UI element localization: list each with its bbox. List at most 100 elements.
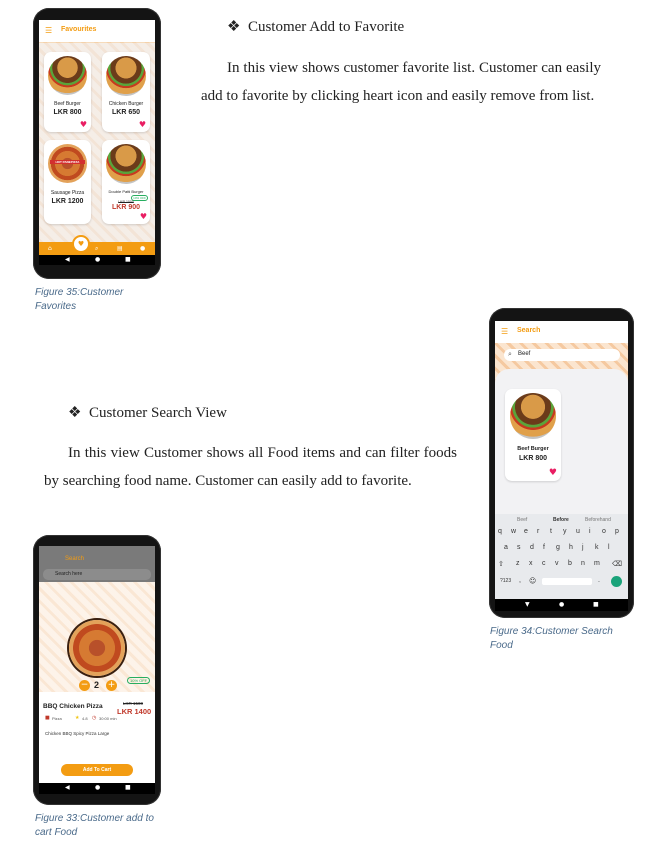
cart-icon[interactable]: ▤ [117,245,123,252]
item-description: Chicken BBQ Spicy Pizza Large [45,731,110,736]
back-icon[interactable]: ▼ [525,601,530,608]
home-button-icon[interactable]: ● [95,256,100,263]
heart-icon[interactable]: ♥ [549,469,557,478]
result-item-name: Beef Burger [517,446,549,452]
menu-icon[interactable]: ☰ [501,327,508,336]
favorite-item-name: Sausage Pizza [50,190,85,196]
key[interactable]: c [542,560,546,567]
key[interactable]: z [516,560,520,567]
heart-icon[interactable]: ♥ [80,121,87,129]
favorite-card[interactable]: Beef Burger LKR 800 ♥ [44,52,91,132]
app-bottom-nav: ⌂ ♥ ⌕ ▤ ● [39,235,155,255]
key[interactable]: o [602,528,606,535]
chicken-burger-image [106,56,146,96]
key[interactable]: b [568,560,572,567]
key[interactable]: m [594,560,600,567]
suggestion[interactable]: Beforehand [585,517,611,523]
key[interactable]: e [524,528,528,535]
favorite-item-name: Beef Burger [54,101,81,107]
key[interactable]: s [517,544,521,551]
key[interactable]: u [576,528,580,535]
key[interactable]: w [511,528,516,535]
space-key[interactable] [542,578,592,585]
favorite-item-name: Double Patti Burger [108,189,144,194]
key[interactable]: j [582,544,584,551]
home-icon[interactable]: ⌂ [48,245,52,252]
search-placeholder: Search here [55,571,83,577]
backspace-key-icon[interactable]: ⌫ [612,560,622,568]
shift-key-icon[interactable]: ⇧ [498,560,504,568]
star-icon: ★ [75,715,80,721]
add-to-cart-button[interactable]: Add To Cart [61,764,133,776]
search-query: Beef [518,351,531,357]
beef-burger-image [510,393,556,439]
pizza-banner: HOT PANEPIZZA [50,160,85,164]
search-input[interactable]: Search here [43,569,151,580]
system-nav-bar: ▼ ● ■ [495,599,628,611]
key[interactable]: p [615,528,619,535]
category-label: Pizza [52,716,62,721]
section-heading: ❖ Customer Search View [68,403,227,422]
quantity-value: 2 [94,680,100,690]
key[interactable]: t [550,528,552,535]
bbq-chicken-pizza-image [69,620,125,676]
enter-key-icon[interactable] [611,576,622,587]
favorite-item-price: LKR 650 [111,109,140,116]
favorite-card[interactable]: Chicken Burger LKR 650 ♥ [102,52,150,132]
comma-key[interactable]: , [519,577,521,584]
heart-icon[interactable]: ♥ [139,121,146,129]
key[interactable]: i [589,528,591,535]
cart-phone-screenshot: Search Search here − 2 + 10% OFF BBQ Chi… [33,535,161,805]
back-icon[interactable]: ◀ [65,784,70,791]
search-icon[interactable]: ⌕ [95,245,98,253]
time-value: 30:00 min [99,716,117,721]
key[interactable]: f [543,544,545,551]
decrement-button[interactable]: − [79,680,90,691]
favorite-card[interactable]: Double Patti Burger 10% OFF LKR 1000 LKR… [102,140,150,224]
period-key[interactable]: . [598,577,600,584]
search-phone-screenshot: ☰ Search ⌕ Beef Beef Burger LKR 800 ♥ Be… [489,308,634,618]
menu-icon[interactable]: ☰ [45,26,52,35]
heart-icon[interactable]: ♥ [140,213,147,221]
key[interactable]: h [569,544,573,551]
key[interactable]: v [555,560,559,567]
suggestion[interactable]: Beef [517,517,527,523]
beef-burger-image [48,56,87,95]
recents-icon[interactable]: ■ [125,256,131,263]
figure-caption: Figure 33:Customer add to cart Food [35,813,154,838]
home-button-icon[interactable]: ● [559,601,564,608]
add-to-cart-label: Add To Cart [82,767,112,773]
cart-screen: Search Search here − 2 + 10% OFF BBQ Chi… [39,546,155,794]
key[interactable]: x [529,560,533,567]
key[interactable]: d [530,544,534,551]
category-icon: ■ [45,715,50,721]
key[interactable]: r [537,528,539,535]
emoji-key-icon[interactable]: ☺ [529,577,536,585]
key[interactable]: y [563,528,567,535]
discount-badge: 10% OFF [127,677,151,684]
favorite-card[interactable]: HOT PANEPIZZA Sausage Pizza LKR 1200 [44,140,91,224]
recents-icon[interactable]: ■ [593,601,599,608]
key[interactable]: l [608,544,610,551]
back-icon[interactable]: ◀ [65,256,70,263]
key[interactable]: g [556,544,560,551]
home-button-icon[interactable]: ● [95,784,100,791]
profile-icon[interactable]: ● [140,245,145,252]
increment-button[interactable]: + [106,680,117,691]
recents-icon[interactable]: ■ [125,784,131,791]
key[interactable]: k [595,544,599,551]
double-patti-burger-image [106,144,146,184]
keyboard-suggestions: Beef Before Beforehand [495,516,628,526]
favorites-title: Favourites [61,26,97,33]
numeric-key[interactable]: ?123 [500,578,511,584]
search-result-card[interactable]: Beef Burger LKR 800 ♥ [505,389,561,481]
favorites-nav-icon[interactable]: ♥ [72,235,90,253]
key[interactable]: q [498,528,502,535]
key[interactable]: n [581,560,585,567]
key[interactable]: a [504,544,508,551]
search-input[interactable]: ⌕ Beef [504,349,620,361]
suggestion[interactable]: Before [553,517,569,523]
quantity-stepper: − 2 + [79,680,119,692]
rating-value: 4.8 [82,716,88,721]
heading-text: Customer Add to Favorite [247,19,405,35]
